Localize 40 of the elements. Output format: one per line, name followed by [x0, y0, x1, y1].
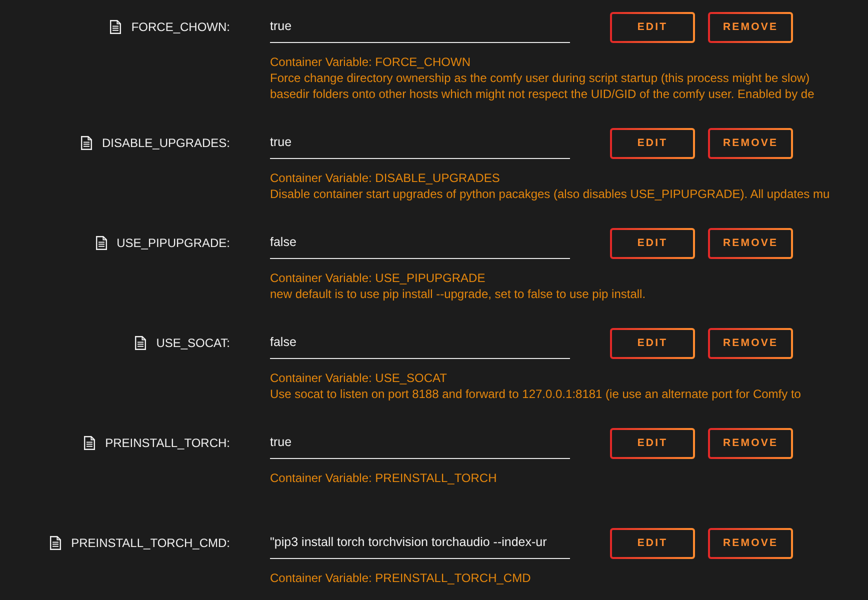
remove-button[interactable]: REMOVE — [708, 12, 793, 42]
value-field[interactable]: false — [270, 327, 570, 359]
remove-button[interactable]: REMOVE — [708, 528, 793, 558]
document-icon — [135, 336, 146, 350]
description-text: Use socat to listen on port 8188 and forward to 127.0.0.1:8181 (ie use an alternate port for Comfy to — [270, 386, 801, 402]
remove-button[interactable]: REMOVE — [708, 228, 793, 258]
edit-button[interactable]: EDIT — [610, 128, 695, 158]
variable-caption: Container Variable: PREINSTALL_TORCH — [270, 470, 497, 486]
value-field[interactable]: true — [270, 127, 570, 159]
edit-button[interactable]: EDIT — [610, 528, 695, 558]
value-field[interactable]: true — [270, 427, 570, 459]
edit-button[interactable]: EDIT — [610, 428, 695, 458]
remove-button[interactable]: REMOVE — [708, 128, 793, 158]
variable-label: PREINSTALL_TORCH_CMD: — [71, 536, 230, 550]
edit-button[interactable]: EDIT — [610, 12, 695, 42]
variable-label: USE_SOCAT: — [156, 336, 230, 350]
document-icon — [50, 536, 62, 550]
variable-caption: Container Variable: FORCE_CHOWN — [270, 54, 471, 70]
variable-caption: Container Variable: DISABLE_UPGRADES — [270, 170, 500, 186]
remove-button[interactable]: REMOVE — [708, 328, 793, 358]
description-text: Disable container start upgrades of python pacakges (also disables USE_PIPUPGRADE). All updates mu — [270, 186, 830, 202]
value-field[interactable]: true — [270, 11, 570, 43]
edit-button[interactable]: EDIT — [610, 328, 695, 358]
variable-caption: Container Variable: PREINSTALL_TORCH_CMD — [270, 570, 531, 586]
variable-label: PREINSTALL_TORCH: — [105, 436, 230, 450]
variable-caption: Container Variable: USE_SOCAT — [270, 370, 447, 386]
value-field[interactable]: "pip3 install torch torchvision torchaudio --index-ur — [270, 527, 570, 559]
document-icon — [80, 136, 92, 150]
variable-label: USE_PIPUPGRADE: — [116, 236, 230, 250]
variable-label: DISABLE_UPGRADES: — [102, 136, 230, 150]
document-icon — [110, 20, 122, 34]
remove-button[interactable]: REMOVE — [708, 428, 793, 458]
description-text: new default is to use pip install --upgrade, set to false to use pip install. — [270, 286, 646, 302]
document-icon — [96, 236, 107, 250]
document-icon — [84, 436, 96, 450]
variable-label: FORCE_CHOWN: — [131, 20, 230, 34]
description-text: Force change directory ownership as the comfy user during script startup (this process might be slow) basedir folders onto other hosts which might not respect the UID/GID of the comfy user. Enabled by de — [270, 70, 814, 102]
variable-caption: Container Variable: USE_PIPUPGRADE — [270, 270, 486, 286]
edit-button[interactable]: EDIT — [610, 228, 695, 258]
value-field[interactable]: false — [270, 227, 570, 259]
